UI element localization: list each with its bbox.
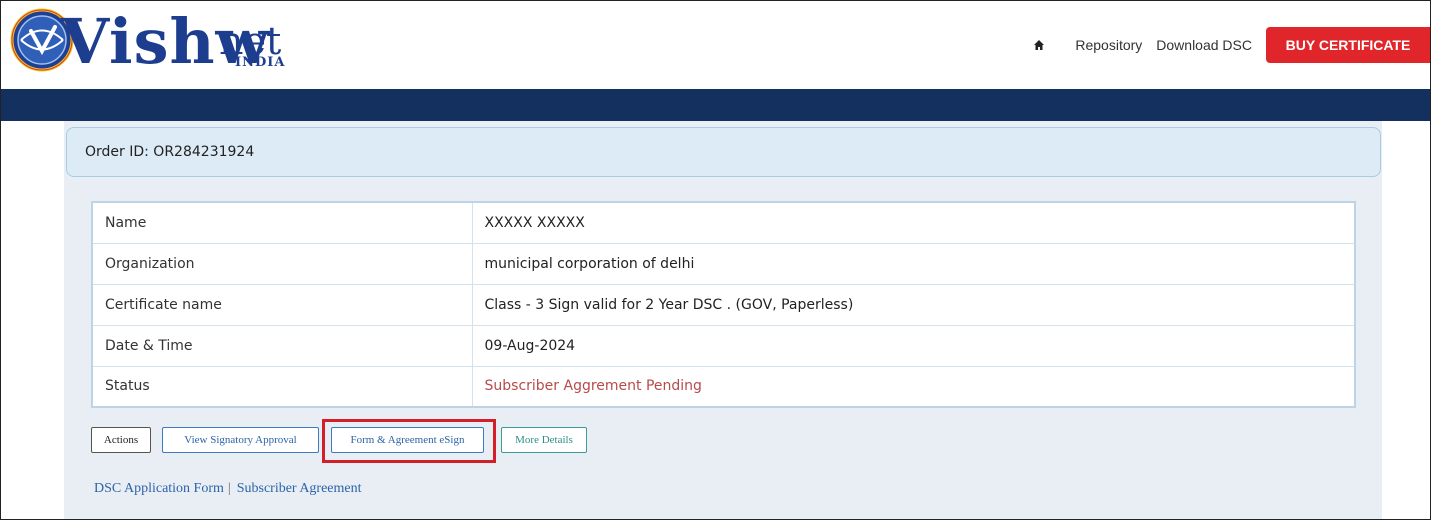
status-value: Subscriber Aggrement Pending	[471, 365, 1356, 408]
logo-india: INDIA	[235, 55, 286, 70]
row-value: 09-Aug-2024	[471, 324, 1356, 367]
more-details-button[interactable]: More Details	[501, 427, 587, 453]
order-details-table: Name XXXXX XXXXX Organization municipal …	[91, 201, 1356, 408]
vishwnet-logo[interactable]: Vishw net INDIA	[9, 5, 329, 79]
top-nav: Repository Download DSC BUY CERTIFICATE	[1029, 27, 1430, 63]
repository-link[interactable]: Repository	[1075, 37, 1142, 53]
home-icon[interactable]	[1029, 35, 1049, 55]
link-separator: |	[227, 481, 231, 496]
table-row: Organization municipal corporation of de…	[91, 242, 1356, 285]
order-header: Order ID: OR284231924	[66, 127, 1381, 177]
navbar-strip	[1, 89, 1430, 121]
table-row: Date & Time 09-Aug-2024	[91, 324, 1356, 367]
subscriber-agreement-link[interactable]: Subscriber Agreement	[237, 481, 362, 496]
view-signatory-approval-button[interactable]: View Signatory Approval	[162, 427, 319, 453]
table-row: Status Subscriber Aggrement Pending	[91, 365, 1356, 408]
row-label: Status	[91, 365, 473, 408]
main-content: Order ID: OR284231924 Name XXXXX XXXXX O…	[1, 121, 1430, 519]
table-row: Name XXXXX XXXXX	[91, 201, 1356, 244]
order-id: Order ID: OR284231924	[85, 144, 255, 160]
row-label: Organization	[91, 242, 473, 285]
page-frame: Vishw net INDIA Repository Download DSC …	[0, 0, 1431, 520]
download-dsc-link[interactable]: Download DSC	[1156, 37, 1252, 53]
row-value: XXXXX XXXXX	[471, 201, 1356, 244]
row-label: Date & Time	[91, 324, 473, 367]
row-value: Class - 3 Sign valid for 2 Year DSC . (G…	[471, 283, 1356, 326]
site-header: Vishw net INDIA Repository Download DSC …	[1, 1, 1430, 89]
actions-button[interactable]: Actions	[91, 427, 151, 453]
order-panel: Order ID: OR284231924 Name XXXXX XXXXX O…	[64, 121, 1382, 519]
buy-certificate-button[interactable]: BUY CERTIFICATE	[1266, 27, 1430, 63]
row-label: Certificate name	[91, 283, 473, 326]
document-links: DSC Application Form | Subscriber Agreemen…	[94, 481, 362, 497]
row-value: municipal corporation of delhi	[471, 242, 1356, 285]
dsc-application-form-link[interactable]: DSC Application Form	[94, 481, 224, 496]
highlight-box	[322, 419, 496, 463]
table-row: Certificate name Class - 3 Sign valid fo…	[91, 283, 1356, 326]
row-label: Name	[91, 201, 473, 244]
